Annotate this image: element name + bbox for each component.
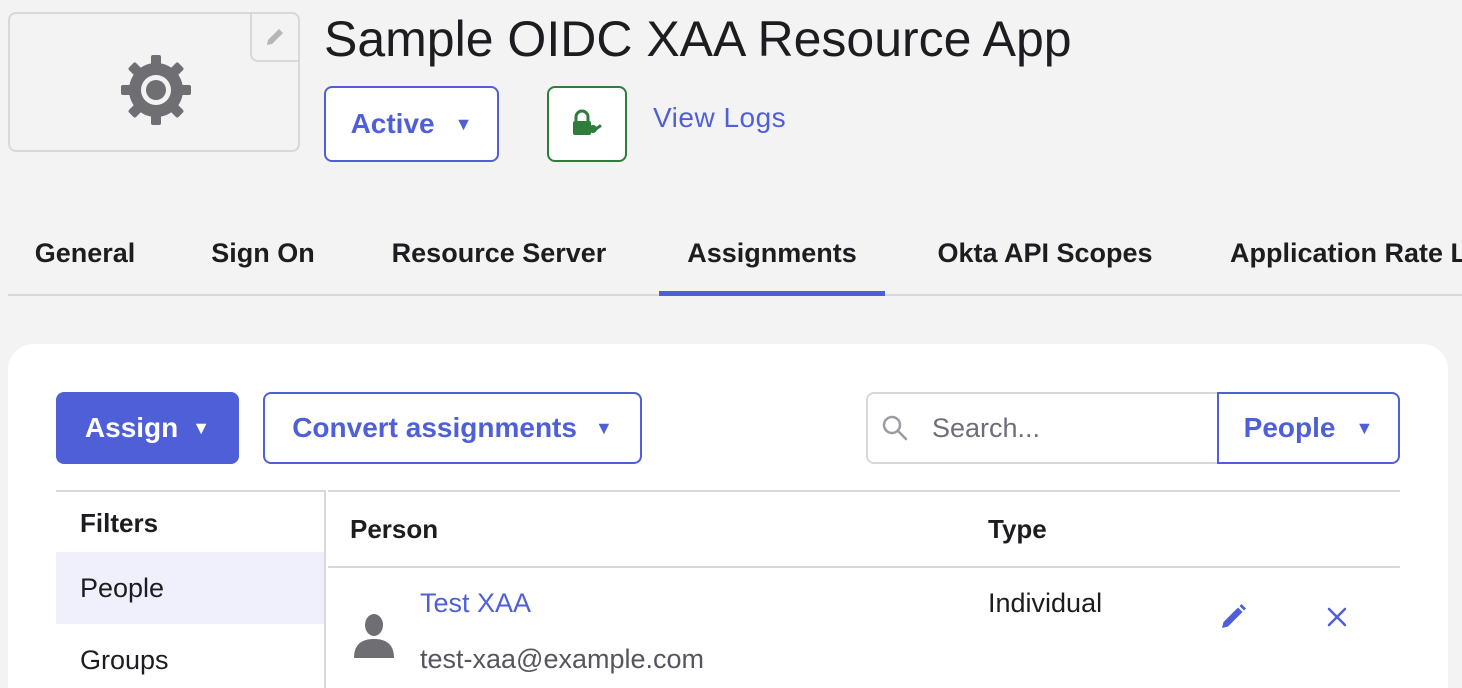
tab-general[interactable]: General bbox=[32, 210, 138, 296]
caret-down-icon: ▼ bbox=[454, 113, 473, 134]
edit-logo-button[interactable] bbox=[250, 12, 300, 62]
search-box bbox=[866, 392, 1218, 464]
tab-okta-api-scopes[interactable]: Okta API Scopes bbox=[932, 210, 1158, 296]
assignments-card: Assign ▼ Convert assignments ▼ People ▼ … bbox=[8, 344, 1448, 688]
column-header-type: Type bbox=[988, 514, 1047, 544]
filters-title: Filters bbox=[80, 508, 159, 538]
caret-down-icon: ▼ bbox=[1355, 417, 1374, 438]
tab-assignments[interactable]: Assignments bbox=[659, 210, 885, 296]
close-icon[interactable] bbox=[1320, 600, 1354, 634]
pencil-icon[interactable] bbox=[1216, 600, 1250, 634]
people-type-select[interactable]: People ▼ bbox=[1217, 392, 1400, 464]
view-logs-link[interactable]: View Logs bbox=[653, 102, 786, 134]
person-name-link[interactable]: Test XAA bbox=[420, 588, 531, 619]
assign-label: Assign bbox=[84, 412, 179, 443]
app-logo-box bbox=[8, 12, 300, 152]
status-label: Active bbox=[350, 108, 435, 139]
assignment-type: Individual bbox=[988, 588, 1103, 618]
key-button[interactable] bbox=[547, 86, 627, 162]
tab-application-rate-limits[interactable]: Application Rate L bbox=[1230, 210, 1462, 296]
header-divider bbox=[328, 566, 1400, 568]
convert-assignments-label: Convert assignments bbox=[292, 412, 577, 443]
person-email: test-xaa@example.com bbox=[420, 644, 705, 674]
people-select-label: People bbox=[1243, 412, 1336, 443]
search-input[interactable] bbox=[932, 412, 1202, 444]
pencil-icon bbox=[267, 29, 283, 45]
tab-resource-server[interactable]: Resource Server bbox=[386, 210, 612, 296]
column-header-person: Person bbox=[350, 514, 439, 544]
status-dropdown[interactable]: Active ▼ bbox=[324, 86, 499, 162]
caret-down-icon: ▼ bbox=[594, 417, 613, 438]
tab-sign-on[interactable]: Sign On bbox=[208, 210, 318, 296]
caret-down-icon: ▼ bbox=[192, 417, 211, 438]
filter-people[interactable]: People bbox=[56, 552, 324, 624]
assign-button[interactable]: Assign ▼ bbox=[56, 392, 239, 464]
search-icon bbox=[882, 415, 908, 441]
filter-groups[interactable]: Groups bbox=[56, 624, 324, 688]
gear-icon bbox=[121, 55, 191, 125]
app-title: Sample OIDC XAA Resource App bbox=[324, 11, 1072, 67]
person-avatar-icon bbox=[354, 614, 394, 658]
assignments-table: Person Type Test XAA test-xaa@example.co… bbox=[328, 490, 1400, 688]
convert-assignments-button[interactable]: Convert assignments ▼ bbox=[263, 392, 642, 464]
lock-key-icon bbox=[573, 109, 602, 135]
tab-bar: General Sign On Resource Server Assignme… bbox=[8, 210, 1462, 296]
filters-panel: Filters People Groups bbox=[56, 490, 326, 688]
